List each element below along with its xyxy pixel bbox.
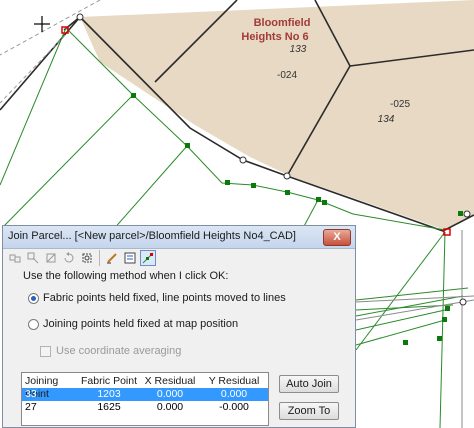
column-header[interactable]: Joining Point — [22, 375, 80, 400]
table-cell: 33 — [25, 388, 37, 400]
dialog-title: Join Parcel... [<New parcel>/Bloomfield … — [8, 230, 296, 242]
option-label: Joining points held fixed at map positio… — [43, 318, 239, 330]
dialog-toolbar — [7, 250, 156, 268]
fabric-point[interactable] — [76, 13, 84, 21]
radio-button-selected[interactable] — [28, 292, 39, 304]
table-cell: 1625 — [97, 401, 121, 413]
dialog-titlebar[interactable]: Join Parcel... [<New parcel>/Bloomfield … — [3, 226, 355, 249]
line-point[interactable] — [322, 200, 327, 205]
new-parcel-line — [439, 231, 446, 428]
parcel-title-line-1: Bloomfield — [254, 17, 311, 29]
close-button[interactable]: X — [323, 229, 351, 246]
reset-icon[interactable] — [61, 250, 77, 266]
line-point[interactable] — [251, 183, 256, 188]
unlink-icon[interactable] — [43, 250, 59, 266]
line-point[interactable] — [225, 180, 230, 185]
parcel-suffix-label: -024 — [277, 70, 297, 81]
table-cell: 1203 — [97, 388, 121, 400]
fabric-point[interactable] — [283, 172, 291, 180]
fabric-line — [355, 295, 474, 303]
table-cell: 0.000 — [220, 388, 248, 400]
line-point[interactable] — [131, 93, 136, 98]
radio-button[interactable] — [28, 318, 39, 330]
properties-icon[interactable] — [122, 250, 138, 266]
new-parcel-line — [0, 27, 67, 186]
option-joining-fixed[interactable]: Joining points held fixed at map positio… — [28, 318, 238, 330]
line-point[interactable] — [442, 317, 447, 322]
join-icon[interactable] — [7, 250, 23, 266]
line-point[interactable] — [316, 197, 321, 202]
table-cell: 27 — [25, 401, 37, 413]
zoom-extent-icon[interactable] — [79, 250, 95, 266]
join-parcel-dialog: Join Parcel... [<New parcel>/Bloomfield … — [2, 225, 356, 428]
line-point[interactable] — [445, 306, 450, 311]
coordinate-averaging-checkbox[interactable]: Use coordinate averaging — [40, 345, 181, 357]
auto-join-button[interactable]: Auto Join — [279, 375, 339, 393]
fabric-point[interactable] — [459, 298, 467, 306]
checkbox[interactable] — [40, 345, 51, 357]
snap-points-icon[interactable] — [140, 250, 156, 266]
parcel-number-label: 134 — [378, 114, 395, 125]
fabric-point[interactable] — [463, 210, 471, 218]
table-cell: -0.000 — [219, 401, 249, 413]
table-cell: 0.000 — [156, 388, 184, 400]
zoom-to-button[interactable]: Zoom To — [279, 402, 339, 420]
parcel-title-line-2: Heights No 6 — [241, 31, 308, 43]
line-point[interactable] — [403, 340, 408, 345]
crosshair-cursor-icon — [34, 16, 50, 32]
new-parcel-line — [1, 94, 134, 229]
dashed-reference-line — [0, 29, 71, 104]
link-icon[interactable] — [25, 250, 41, 266]
edit-icon[interactable] — [104, 250, 120, 266]
line-point[interactable] — [185, 143, 190, 148]
option-label: Fabric points held fixed, line points mo… — [43, 292, 286, 304]
fabric-point[interactable] — [239, 156, 247, 164]
table-header: Joining Point Fabric Point X Residual Y … — [22, 375, 268, 400]
table-cell: 0.000 — [156, 401, 184, 413]
column-header[interactable]: X Residual — [138, 375, 202, 388]
table-row[interactable]: 33 1203 0.000 0.000 — [22, 388, 268, 401]
parcel-number-label: 133 — [290, 44, 307, 55]
join-points-table[interactable]: Joining Point Fabric Point X Residual Y … — [21, 372, 269, 426]
checkbox-label: Use coordinate averaging — [56, 345, 182, 357]
line-point[interactable] — [437, 336, 442, 341]
line-point[interactable] — [285, 190, 290, 195]
parcel-suffix-label: -025 — [390, 99, 410, 110]
method-label: Use the following method when I click OK… — [23, 270, 229, 282]
toolbar-separator — [99, 250, 100, 266]
line-point[interactable] — [458, 211, 463, 216]
option-fabric-fixed[interactable]: Fabric points held fixed, line points mo… — [28, 292, 286, 304]
table-row[interactable]: 27 1625 0.000 -0.000 — [22, 401, 268, 414]
column-header[interactable]: Fabric Point — [80, 375, 138, 388]
column-header[interactable]: Y Residual — [202, 375, 266, 388]
